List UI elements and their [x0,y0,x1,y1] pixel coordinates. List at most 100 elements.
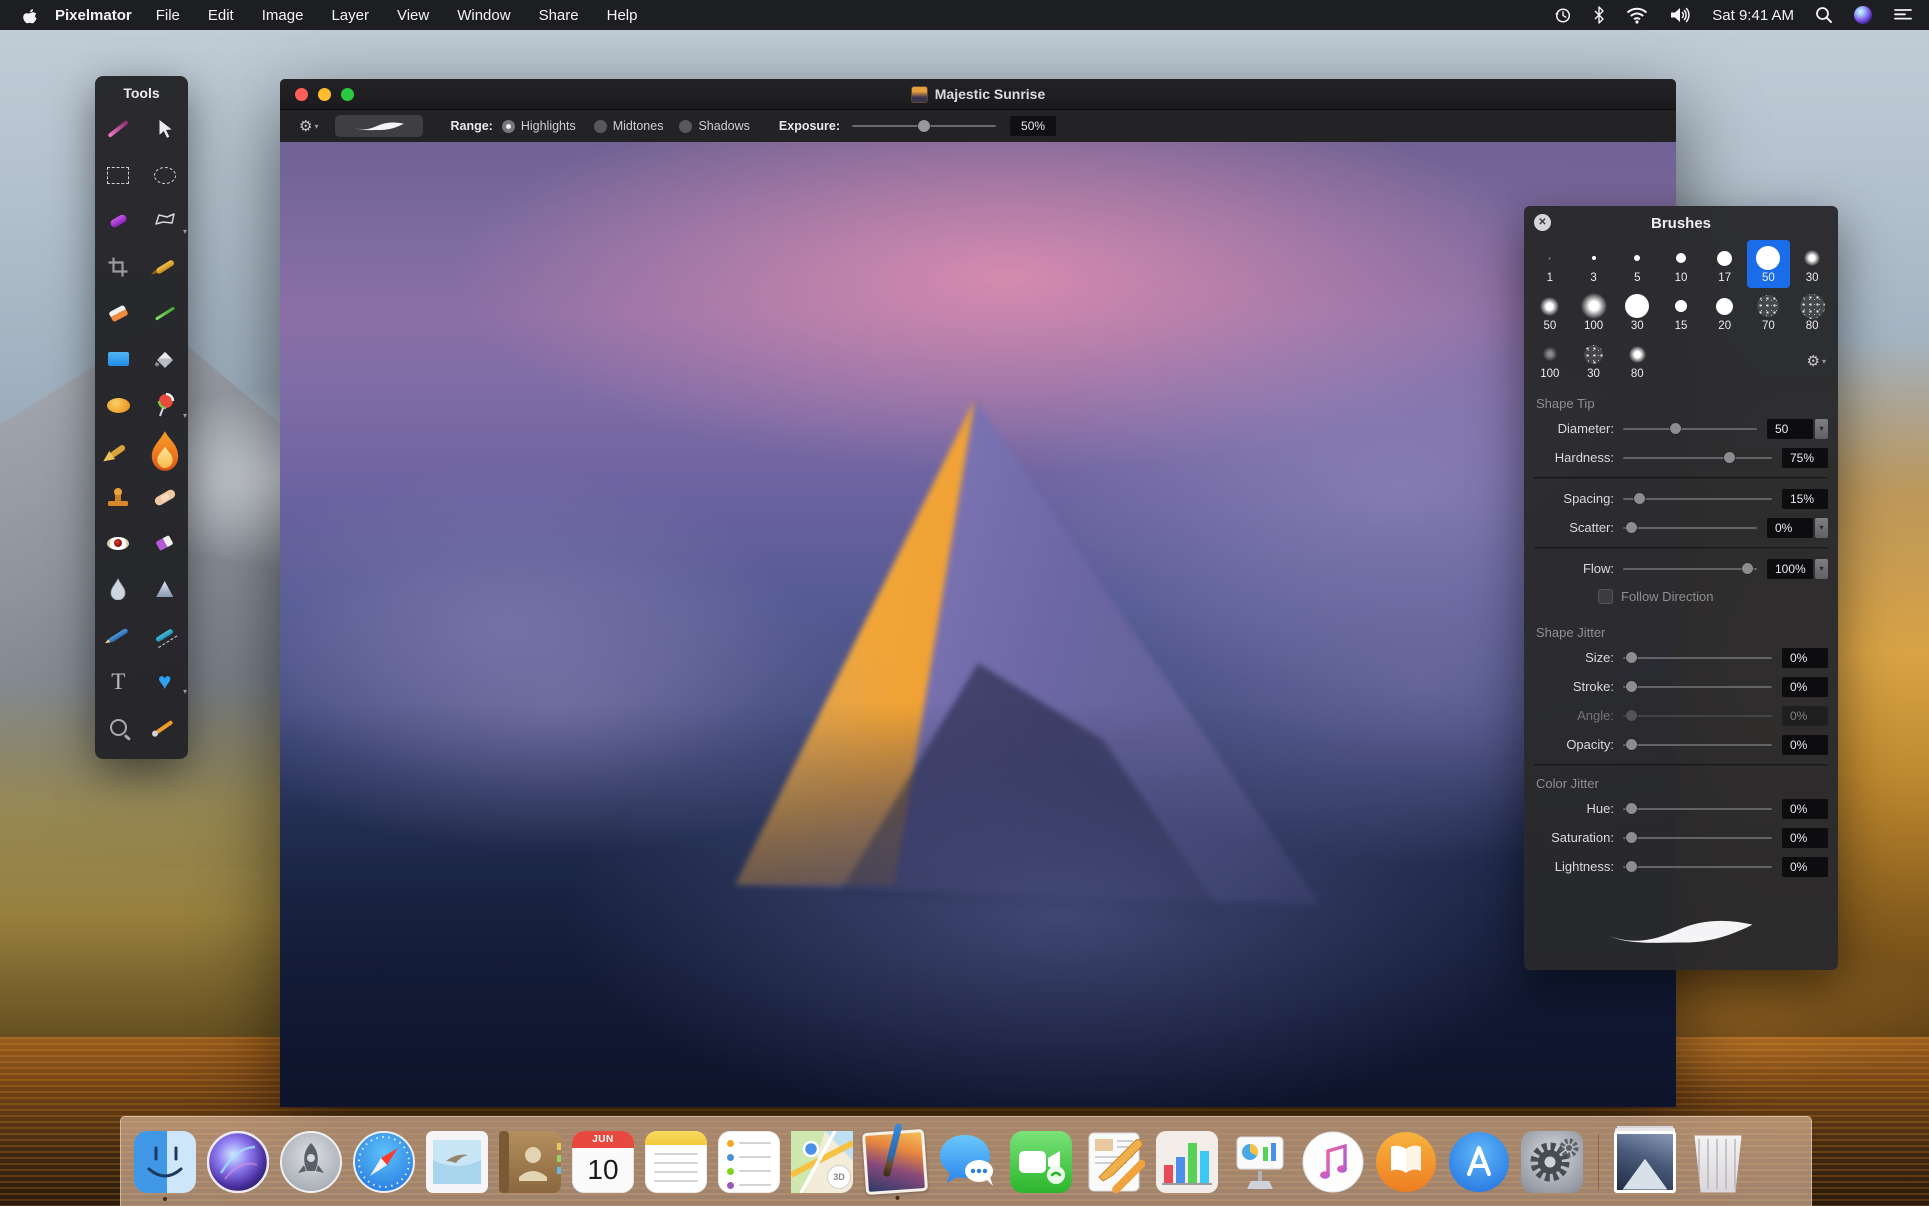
diameter-slider[interactable] [1623,428,1757,430]
tool-slice[interactable] [142,290,189,336]
tool-heart-shape[interactable]: ♥▾ [142,658,189,704]
follow-direction-checkbox[interactable] [1598,589,1613,604]
brush-preset-15-10[interactable]: 15 [1659,288,1703,336]
tool-rect-shape[interactable] [95,336,142,382]
exposure-value[interactable]: 50% [1010,116,1056,136]
close-button[interactable] [295,88,308,101]
tool-rect-marquee[interactable] [95,152,142,198]
menu-edit[interactable]: Edit [194,7,248,24]
dock-pages[interactable] [1083,1131,1145,1193]
tool-quick-select[interactable] [95,198,142,244]
menu-view[interactable]: View [383,7,443,24]
brush-preset-50-7[interactable]: 50 [1528,288,1572,336]
time-machine-icon[interactable] [1553,0,1572,30]
tool-pencil[interactable] [95,612,142,658]
brush-preset-30-6[interactable]: 30 [1790,240,1834,288]
lollipop-variants-chevron[interactable]: ▾ [183,411,187,420]
opacity-slider[interactable] [1623,744,1772,746]
flow-stepper[interactable]: ▾ [1815,559,1828,579]
spacing-value[interactable]: 15% [1782,489,1828,509]
opacity-slider-thumb[interactable] [1626,739,1637,750]
midtones-radio[interactable] [594,120,607,133]
tool-paint-bucket[interactable] [142,336,189,382]
menu-bar-clock[interactable]: Sat 9:41 AM [1712,7,1794,24]
bluetooth-icon[interactable] [1593,0,1605,30]
dock-system-preferences[interactable] [1521,1131,1583,1193]
tool-magic-wand[interactable] [95,106,142,152]
hardness-slider[interactable] [1623,457,1772,459]
menu-image[interactable]: Image [248,7,318,24]
tool-path-pen[interactable] [142,612,189,658]
diameter-value[interactable]: 50 [1767,419,1813,439]
tool-sharpener-eraser[interactable] [142,520,189,566]
tool-lollipop-brush[interactable]: ▾ [142,382,189,428]
scatter-stepper[interactable]: ▾ [1815,518,1828,538]
flow-value[interactable]: 100% [1767,559,1813,579]
range-option-highlights[interactable]: Highlights [502,119,576,133]
dock-keynote[interactable] [1229,1131,1291,1193]
siri-icon[interactable] [1854,0,1872,30]
menu-window[interactable]: Window [443,7,524,24]
dock-itunes[interactable] [1302,1131,1364,1193]
dock-siri[interactable] [207,1131,269,1193]
dock-safari[interactable] [353,1131,415,1193]
stroke-slider[interactable] [1623,686,1772,688]
exposure-slider[interactable] [852,119,996,133]
brush-preset-80-16[interactable]: 80 [1615,336,1659,384]
hue-value[interactable]: 0% [1782,799,1828,819]
notification-center-icon[interactable] [1893,0,1913,30]
tool-crop[interactable] [95,244,142,290]
dock-photos-stack[interactable] [1614,1131,1676,1193]
tool-eyedropper[interactable] [142,704,189,750]
dock-notes[interactable] [645,1131,707,1193]
menu-layer[interactable]: Layer [317,7,383,24]
tool-stamp[interactable] [95,474,142,520]
angle-slider-thumb[interactable] [1626,710,1637,721]
apple-menu-icon[interactable] [0,6,55,24]
highlights-radio[interactable] [502,120,515,133]
brush-preset-10-3[interactable]: 10 [1659,240,1703,288]
angle-slider[interactable] [1623,715,1772,717]
tool-ellipse-marquee[interactable] [142,152,189,198]
range-option-midtones[interactable]: Midtones [594,119,664,133]
dock-contacts[interactable] [499,1131,561,1193]
dock-reminders[interactable] [718,1131,780,1193]
tool-red-eye[interactable] [95,520,142,566]
image-canvas[interactable] [280,142,1676,1107]
hardness-slider-thumb[interactable] [1724,452,1735,463]
brush-preset-3-1[interactable]: 3 [1572,240,1616,288]
dock-finder[interactable] [134,1131,196,1193]
dock-ibooks[interactable] [1375,1131,1437,1193]
brush-settings-gear-button[interactable]: ⚙▾ [1807,352,1826,370]
menu-help[interactable]: Help [593,7,652,24]
brush-preset-100-8[interactable]: 100 [1572,288,1616,336]
tool-paint-flame[interactable] [142,428,189,474]
dock-launchpad[interactable] [280,1131,342,1193]
brush-preset-17-4[interactable]: 17 [1703,240,1747,288]
lightness-slider-thumb[interactable] [1626,861,1637,872]
menu-share[interactable]: Share [525,7,593,24]
dock-numbers[interactable] [1156,1131,1218,1193]
saturation-slider[interactable] [1623,837,1772,839]
dock-mail[interactable] [426,1131,488,1193]
tool-type[interactable]: T [95,658,142,704]
dock-maps[interactable]: 3D [791,1131,853,1193]
tool-move[interactable] [142,106,189,152]
dock-app-store[interactable] [1448,1131,1510,1193]
menu-file[interactable]: File [142,7,194,24]
brush-preset-70-12[interactable]: 70 [1747,288,1791,336]
tool-ellipse-shape[interactable] [95,382,142,428]
stroke-slider-thumb[interactable] [1626,681,1637,692]
tool-pen[interactable] [142,244,189,290]
brush-preset-80-13[interactable]: 80 [1790,288,1834,336]
tool-brush[interactable] [95,428,142,474]
brush-preset-30-15[interactable]: 30 [1572,336,1616,384]
tool-lasso[interactable]: ▾ [142,198,189,244]
tool-settings-gear-button[interactable]: ⚙▾ [299,117,318,135]
spacing-slider[interactable] [1623,498,1772,500]
lasso-variants-chevron[interactable]: ▾ [183,227,187,236]
brush-preset-100-14[interactable]: 100 [1528,336,1572,384]
shadows-radio[interactable] [679,120,692,133]
diameter-stepper[interactable]: ▾ [1815,419,1828,439]
dock-trash[interactable] [1687,1131,1749,1193]
